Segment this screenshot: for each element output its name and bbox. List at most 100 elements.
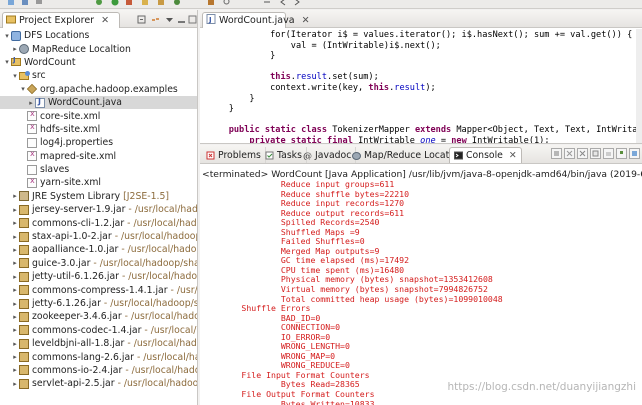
expanded-arrow-icon[interactable]: ▾ [19, 85, 27, 93]
console-output[interactable]: Reduce input groups=611 Reduce shuffle b… [202, 179, 642, 405]
jar-icon [19, 231, 29, 242]
new-java-project-icon[interactable] [140, 0, 150, 7]
tree-item[interactable]: mapred-site.xml [0, 149, 197, 163]
tree-item[interactable]: ▸ commons-cli-1.2.jar- /usr/local/hadoop/… [0, 216, 197, 229]
editor-vertical-scrollbar[interactable] [636, 29, 642, 143]
tree-item[interactable]: slaves [0, 163, 197, 176]
tree-item[interactable]: ▸ commons-lang-2.6.jar- /usr/local/hadoop… [0, 350, 197, 363]
open-console-icon[interactable] [629, 148, 640, 159]
collapsed-arrow-icon[interactable]: ▸ [11, 340, 19, 348]
tree-item[interactable]: ▸ commons-codec-1.4.jar- /usr/local/hadoo… [0, 324, 197, 337]
scroll-lock-icon[interactable] [603, 148, 614, 159]
collapse-all-icon[interactable] [136, 14, 146, 24]
tree-item[interactable]: ▸ aopalliance-1.0.jar- /usr/local/hadoop/… [0, 243, 197, 256]
tree-item-path: - /usr/local/hadoop/shar [125, 364, 197, 376]
collapsed-arrow-icon[interactable]: ▸ [11, 206, 19, 214]
run-icon[interactable] [110, 0, 120, 7]
tab-close-icon[interactable]: ✕ [302, 15, 310, 26]
collapsed-arrow-icon[interactable]: ▸ [27, 99, 35, 107]
code-token: TokenizerMapper [327, 125, 415, 136]
svg-text:@: @ [303, 152, 312, 160]
tab-label: Problems [218, 149, 261, 161]
remove-launch-icon[interactable] [564, 148, 575, 159]
forward-icon[interactable] [292, 0, 302, 7]
tree-item[interactable]: ▸ commons-compress-1.4.1.jar- /usr/local/… [0, 283, 197, 296]
collapsed-arrow-icon[interactable]: ▸ [11, 380, 19, 388]
tab-console[interactable]: Console ✕ [449, 147, 522, 163]
collapsed-arrow-icon[interactable]: ▸ [11, 233, 19, 241]
link-with-editor-icon[interactable] [150, 14, 160, 24]
code-line: val = (IntWritable)i$.next(); [208, 41, 640, 52]
tree-item[interactable]: ▸ guice-3.0.jar- /usr/local/hadoop/share/… [0, 257, 197, 270]
tab-project-explorer[interactable]: Project Explorer ✕ [2, 12, 120, 28]
tree-item[interactable]: ▸ zookeeper-3.4.6.jar- /usr/local/hadoop/… [0, 310, 197, 323]
tab-problems[interactable]: Problems [202, 147, 266, 163]
svg-text:J: J [208, 16, 212, 24]
jar-icon [19, 338, 29, 349]
next-annotation-icon[interactable] [262, 0, 272, 7]
tree-item[interactable]: ▾ WordCount [0, 56, 197, 69]
code-token: IntWritable(1); [466, 135, 550, 144]
collapsed-arrow-icon[interactable]: ▸ [11, 300, 19, 308]
tree-item[interactable]: ▸ WordCount.java [0, 95, 197, 110]
tree-item[interactable]: ▸ leveldbjni-all-1.8.jar- /usr/local/hado… [0, 337, 197, 350]
collapsed-arrow-icon[interactable]: ▸ [11, 326, 19, 334]
tree-item[interactable]: ▾ org.apache.hadoop.examples [0, 83, 197, 96]
clear-console-icon[interactable] [590, 148, 601, 159]
tree-item-label: jersey-server-1.9.jar [32, 204, 126, 216]
tree-item[interactable]: ▸ JRE System Library [J2SE-1.5] [0, 190, 197, 203]
collapsed-arrow-icon[interactable]: ▸ [11, 45, 19, 53]
collapsed-arrow-icon[interactable]: ▸ [11, 219, 19, 227]
tree-item[interactable]: yarn-site.xml [0, 176, 197, 189]
collapsed-arrow-icon[interactable]: ▸ [11, 313, 19, 321]
search-icon[interactable] [222, 0, 232, 7]
jar-icon [19, 325, 29, 336]
print-icon[interactable] [34, 0, 44, 7]
collapsed-arrow-icon[interactable]: ▸ [11, 273, 19, 281]
tree-item-label: slaves [40, 164, 70, 176]
new-icon[interactable] [6, 0, 16, 7]
new-class-icon[interactable] [172, 0, 182, 7]
collapsed-arrow-icon[interactable]: ▸ [11, 192, 19, 200]
collapsed-arrow-icon[interactable]: ▸ [11, 246, 19, 254]
open-type-icon[interactable] [206, 0, 216, 7]
expanded-arrow-icon[interactable]: ▾ [11, 72, 19, 80]
tree-item[interactable]: ▾ DFS Locations [0, 29, 197, 42]
view-menu-icon[interactable] [164, 14, 174, 24]
minimize-icon[interactable] [176, 14, 186, 24]
tab-close-icon[interactable]: ✕ [101, 15, 109, 26]
pin-console-icon[interactable] [616, 148, 627, 159]
expanded-arrow-icon[interactable]: ▾ [3, 32, 11, 40]
debug-icon[interactable] [94, 0, 104, 7]
xml-file-icon [27, 149, 37, 162]
external-tools-icon[interactable] [124, 0, 134, 7]
code-area[interactable]: for(Iterator i$ = values.iterator(); i$.… [208, 30, 642, 144]
collapsed-arrow-icon[interactable]: ▸ [11, 259, 19, 267]
collapsed-arrow-icon[interactable]: ▸ [11, 286, 19, 294]
tree-item[interactable]: ▸ jetty-6.1.26.jar- /usr/local/hadoop/sha… [0, 297, 197, 310]
tab-close-icon[interactable]: ✕ [509, 150, 517, 161]
tree-item[interactable]: ▸ jersey-server-1.9.jar- /usr/local/hadoo… [0, 203, 197, 216]
tree-item[interactable]: hdfs-site.xml [0, 122, 197, 136]
jar-icon [19, 365, 29, 376]
new-package-icon[interactable] [156, 0, 166, 7]
tree-item[interactable]: core-site.xml [0, 109, 197, 122]
tab-wordcount-java[interactable]: J WordCount.java ✕ [202, 12, 310, 28]
save-icon[interactable] [20, 0, 30, 7]
terminate-icon[interactable] [551, 148, 562, 159]
remove-all-terminated-icon[interactable] [577, 148, 588, 159]
tree-item[interactable]: ▸ servlet-api-2.5.jar- /usr/local/hadoop/… [0, 377, 197, 390]
watermark: https://blog.csdn.net/duanyijiangzhi [447, 381, 636, 393]
back-icon[interactable] [278, 0, 288, 7]
collapsed-arrow-icon[interactable]: ▸ [11, 353, 19, 361]
tree-item[interactable]: ▸ stax-api-1.0-2.jar- /usr/local/hadoop/s… [0, 230, 197, 243]
tree-item[interactable]: log4j.properties [0, 136, 197, 149]
tree-item[interactable]: ▸ MapReduce Localtion [0, 42, 197, 55]
expanded-arrow-icon[interactable]: ▾ [3, 58, 11, 66]
maximize-icon[interactable] [187, 14, 197, 24]
tree-item[interactable]: ▸ commons-io-2.4.jar- /usr/local/hadoop/s… [0, 364, 197, 377]
code-token: public static class [228, 125, 328, 136]
collapsed-arrow-icon[interactable]: ▸ [11, 366, 19, 374]
tree-item[interactable]: ▸ jetty-util-6.1.26.jar- /usr/local/hadoo… [0, 270, 197, 283]
tree-item[interactable]: ▾ src [0, 69, 197, 82]
